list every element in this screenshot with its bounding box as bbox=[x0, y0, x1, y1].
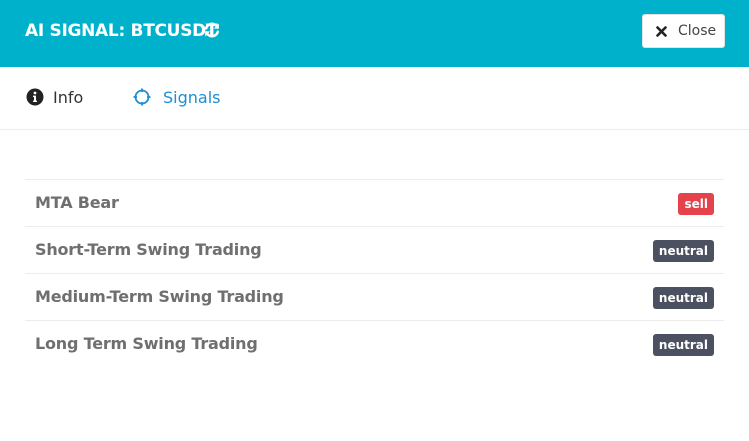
tab-signals-label: Signals bbox=[163, 88, 221, 107]
signal-name: Short-Term Swing Trading bbox=[35, 240, 262, 259]
crosshair-icon bbox=[133, 88, 151, 106]
close-button[interactable]: Close bbox=[642, 14, 725, 48]
status-badge: neutral bbox=[652, 287, 714, 309]
close-label: Close bbox=[678, 23, 717, 39]
signal-row: Medium-Term Swing Trading neutral bbox=[25, 273, 724, 320]
tab-bar: Info Signals bbox=[0, 67, 749, 130]
signal-name: Medium-Term Swing Trading bbox=[35, 287, 284, 306]
modal-header: AI SIGNAL: BTCUSDT Close bbox=[0, 0, 749, 67]
modal-title: AI SIGNAL: BTCUSDT bbox=[25, 21, 218, 41]
signal-row: MTA Bear sell bbox=[25, 179, 724, 226]
status-badge: neutral bbox=[652, 240, 714, 262]
info-circle-icon bbox=[26, 88, 44, 106]
signal-list: MTA Bear sell Short-Term Swing Trading n… bbox=[25, 179, 724, 367]
signal-name: Long Term Swing Trading bbox=[35, 334, 258, 353]
status-badge: neutral bbox=[652, 334, 714, 356]
close-icon bbox=[656, 26, 667, 37]
refresh-icon[interactable] bbox=[203, 21, 221, 39]
signal-row: Short-Term Swing Trading neutral bbox=[25, 226, 724, 273]
signal-name: MTA Bear bbox=[35, 193, 119, 212]
status-badge: sell bbox=[678, 193, 714, 215]
tab-info-label: Info bbox=[53, 88, 84, 107]
signal-row: Long Term Swing Trading neutral bbox=[25, 320, 724, 367]
